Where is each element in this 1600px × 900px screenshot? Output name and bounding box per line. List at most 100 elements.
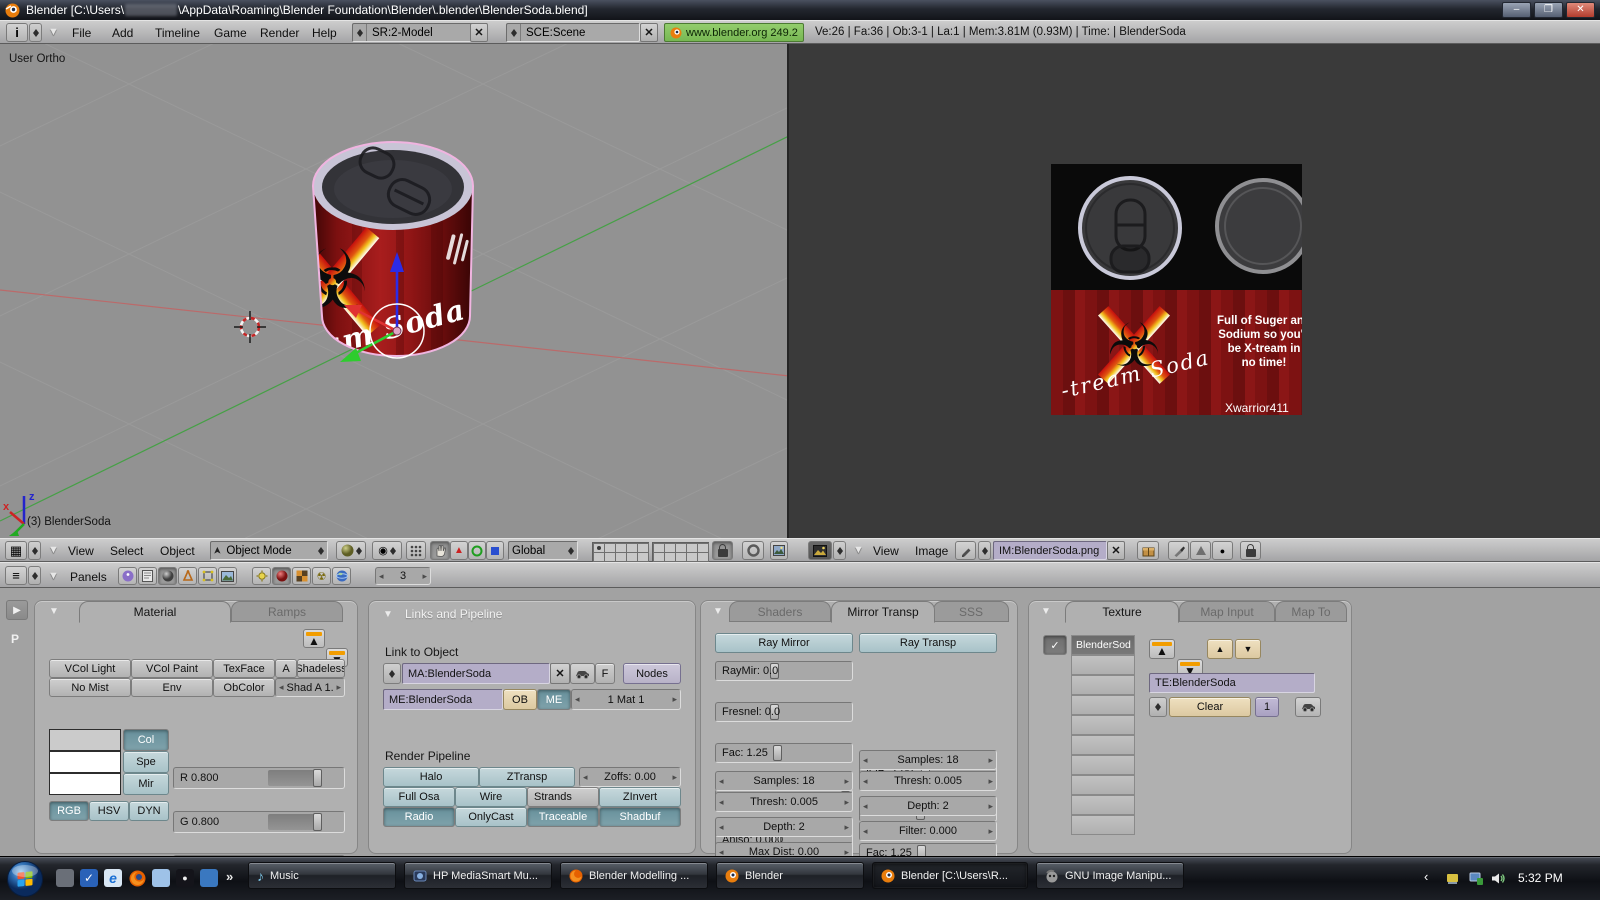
buttons-editor-dropdown[interactable] (28, 566, 41, 585)
r-slider[interactable]: R 0.800 (173, 767, 345, 789)
editor-type-dropdown[interactable] (29, 23, 42, 42)
links-collapse-icon[interactable]: ▼ (383, 609, 393, 620)
tab-map-input[interactable]: Map Input (1179, 601, 1275, 622)
menu-help[interactable]: Help (312, 26, 337, 40)
image-editor-collapse-icon[interactable]: ▼ (853, 544, 864, 556)
texture-slot-6[interactable] (1071, 735, 1135, 755)
texture-slot-9[interactable] (1071, 795, 1135, 815)
shading-context-button[interactable] (158, 567, 177, 585)
clear-texture-button[interactable]: Clear (1169, 697, 1251, 717)
script-context-button[interactable] (138, 567, 157, 585)
taskbar-gimp[interactable]: GNU Image Manipu... (1036, 862, 1184, 889)
vcol-paint-toggle[interactable]: VCol Paint (131, 659, 213, 678)
info-editor-icon[interactable]: i (6, 23, 28, 42)
quicklaunch-icon-7[interactable] (200, 869, 218, 887)
texture-browse-dropdown[interactable] (1149, 697, 1167, 717)
menu-image[interactable]: Image (915, 544, 948, 558)
maximize-button[interactable]: ❐ (1534, 2, 1563, 18)
texture-paint-button[interactable] (1168, 541, 1189, 560)
rotate-manipulator-button[interactable] (468, 541, 486, 560)
fac-right-slider[interactable]: Fac: 1.25 (859, 843, 997, 856)
screen-selector[interactable]: SR:2-Model (352, 23, 488, 42)
preview-panel-collapsed[interactable]: ▶ (6, 600, 28, 620)
taskbar-hp-mediasmart[interactable]: HP MediaSmart Mu... (404, 862, 552, 889)
context-number-field[interactable]: 3 (375, 567, 431, 585)
full-osa-toggle[interactable]: Full Osa (383, 787, 455, 807)
viewport-editor-icon[interactable]: ▦ (5, 541, 27, 560)
vcol-light-toggle[interactable]: VCol Light (49, 659, 131, 678)
minimize-button[interactable]: – (1502, 2, 1531, 18)
depth-right-field[interactable]: Depth: 2 (859, 796, 997, 816)
lock-layers-button[interactable] (712, 541, 733, 560)
g-slider[interactable]: G 0.800 (173, 811, 345, 833)
obcolor-toggle[interactable]: ObColor (213, 678, 275, 697)
texture-slot-5[interactable] (1071, 715, 1135, 735)
image-editor-icon[interactable] (808, 541, 832, 560)
fac-left-slider[interactable]: Fac: 1.25 (715, 743, 853, 763)
quicklaunch-more-chevron[interactable]: » (226, 869, 233, 884)
copy-texture-button[interactable]: ▲ (1149, 639, 1175, 659)
auto-name-button[interactable] (570, 663, 595, 684)
buttons-editor-icon[interactable]: ≡ (5, 566, 27, 585)
mir-button[interactable]: Mir (123, 773, 169, 795)
samples-right-field[interactable]: Samples: 18 (859, 750, 997, 770)
thresh-left-field[interactable]: Thresh: 0.005 (715, 792, 853, 812)
material-datablock-field[interactable]: MA:BlenderSoda (402, 663, 550, 684)
color-swatch-col[interactable] (49, 729, 121, 751)
menu-add[interactable]: Add (112, 26, 133, 40)
max-dist-field[interactable]: Max Dist: 0.00 (715, 842, 853, 856)
menu-object[interactable]: Object (160, 544, 195, 558)
texture-slot-10[interactable] (1071, 815, 1135, 835)
draw-type-selector[interactable] (336, 541, 366, 560)
rgb-button[interactable]: RGB (49, 801, 89, 821)
world-subcontext-button[interactable] (332, 567, 351, 585)
clock[interactable]: 5:32 PM (1518, 871, 1563, 885)
tray-icon-1[interactable] (1444, 870, 1460, 886)
header-collapse-icon[interactable]: ▼ (48, 26, 59, 38)
volume-tray-icon[interactable] (1490, 870, 1506, 886)
quicklaunch-icon-1[interactable] (56, 869, 74, 887)
shad-a-field[interactable]: Shad A 1.00 (275, 678, 345, 697)
image-datablock-field[interactable]: IM:BlenderSoda.png (993, 541, 1107, 560)
pin-image-button[interactable] (955, 541, 976, 560)
title-bar[interactable]: Blender [C:\Users\\AppData\Roaming\Blend… (0, 0, 1600, 20)
color-swatch-mir[interactable] (49, 773, 121, 795)
taskbar-music[interactable]: ♪ Music (248, 862, 396, 889)
strands-button[interactable]: Strands (527, 787, 599, 807)
tab-mirror-transp[interactable]: Mirror Transp (831, 601, 935, 623)
image-browse-dropdown[interactable] (978, 541, 991, 560)
tab-material[interactable]: Material (79, 601, 231, 623)
spe-button[interactable]: Spe (123, 751, 169, 773)
texture-image[interactable]: ☣ -tream Soda Full of Suger and Sodium s… (1051, 164, 1302, 415)
taskbar-blender-web[interactable]: Blender Modelling ... (560, 862, 708, 889)
onlycast-toggle[interactable]: OnlyCast (455, 807, 527, 827)
media-player-icon[interactable]: ● (176, 869, 194, 887)
hsv-button[interactable]: HSV (89, 801, 129, 821)
texture-slot-7[interactable] (1071, 755, 1135, 775)
menu-panels[interactable]: Panels (70, 570, 107, 584)
texture-auto-name-button[interactable] (1295, 697, 1321, 717)
pivot-selector[interactable]: ◉ (372, 541, 402, 560)
raymir-slider[interactable]: RayMir: 0.0 (715, 661, 853, 681)
texture-subcontext-button[interactable] (292, 567, 311, 585)
copy-material-button[interactable]: ▲ (303, 629, 325, 648)
material-collapse-icon[interactable]: ▼ (49, 606, 59, 617)
scene-dropdown-icon[interactable] (507, 24, 521, 41)
shadeless-toggle[interactable]: Shadeless (297, 659, 345, 678)
version-badge[interactable]: www.blender.org 249.2 (664, 23, 804, 42)
texture-collapse-icon[interactable]: ▼ (1041, 606, 1051, 617)
dyn-button[interactable]: DYN (129, 801, 169, 821)
close-button[interactable]: ✕ (1566, 2, 1595, 18)
menu-timeline[interactable]: Timeline (155, 26, 200, 40)
traceable-toggle[interactable]: Traceable (527, 807, 599, 827)
object-context-button[interactable] (178, 567, 197, 585)
texture-slot-4[interactable] (1071, 695, 1135, 715)
me-toggle[interactable]: ME (537, 689, 571, 710)
draw-dot-button[interactable]: ● (1212, 541, 1233, 560)
material-unlink-button[interactable]: ✕ (550, 663, 570, 684)
texture-slot-8[interactable] (1071, 775, 1135, 795)
uv-image-editor[interactable]: ☣ -tream Soda Full of Suger and Sodium s… (789, 44, 1600, 538)
material-browse-dropdown[interactable] (383, 663, 401, 684)
screen-unlink-button[interactable]: ✕ (470, 23, 488, 42)
tab-shaders[interactable]: Shaders (729, 601, 831, 622)
